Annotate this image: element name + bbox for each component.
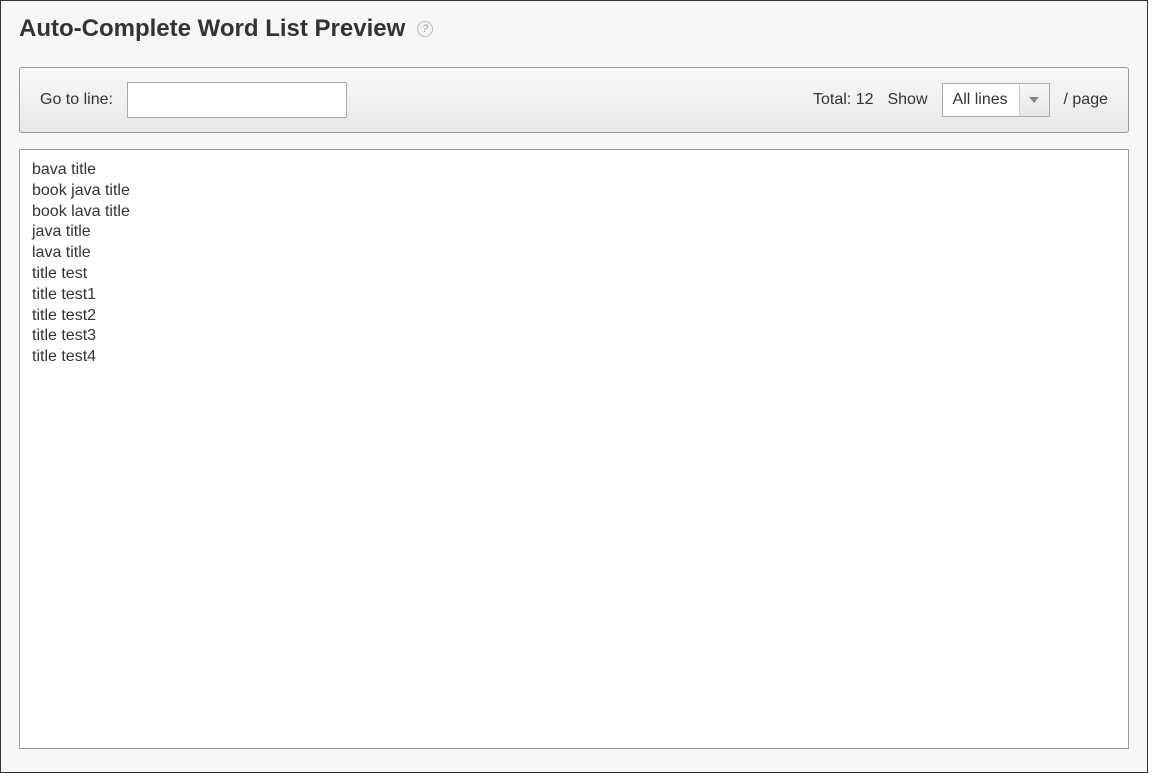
list-item: bava title bbox=[32, 160, 1116, 181]
list-item: title test bbox=[32, 264, 1116, 285]
chevron-down-icon bbox=[1019, 84, 1049, 116]
lines-per-page-select[interactable]: All lines bbox=[942, 83, 1050, 117]
help-icon[interactable]: ? bbox=[417, 21, 433, 37]
list-item: title test4 bbox=[32, 347, 1116, 368]
list-item: java title bbox=[32, 222, 1116, 243]
word-list-panel[interactable]: bava titlebook java titlebook lava title… bbox=[19, 149, 1129, 749]
total-count-value: 12 bbox=[856, 91, 874, 108]
goto-line-input[interactable] bbox=[127, 82, 347, 118]
toolbar-left: Go to line: bbox=[40, 82, 347, 118]
list-item: title test3 bbox=[32, 326, 1116, 347]
page-header: Auto-Complete Word List Preview ? bbox=[19, 15, 1129, 43]
list-item: lava title bbox=[32, 243, 1116, 264]
show-label: Show bbox=[887, 91, 927, 109]
toolbar: Go to line: Total: 12 Show All lines / p… bbox=[19, 67, 1129, 133]
goto-line-label: Go to line: bbox=[40, 91, 113, 109]
list-item: book lava title bbox=[32, 202, 1116, 223]
page-suffix-label: / page bbox=[1064, 91, 1108, 109]
total-label-text: Total: bbox=[813, 91, 851, 108]
word-list: bava titlebook java titlebook lava title… bbox=[32, 160, 1116, 368]
list-item: title test2 bbox=[32, 306, 1116, 327]
page-title: Auto-Complete Word List Preview bbox=[19, 15, 405, 43]
list-item: title test1 bbox=[32, 285, 1116, 306]
preview-window: Auto-Complete Word List Preview ? Go to … bbox=[0, 0, 1148, 773]
select-value: All lines bbox=[943, 84, 1019, 116]
total-count-label: Total: 12 bbox=[813, 91, 874, 109]
list-item: book java title bbox=[32, 181, 1116, 202]
toolbar-right: Total: 12 Show All lines / page bbox=[813, 83, 1108, 117]
